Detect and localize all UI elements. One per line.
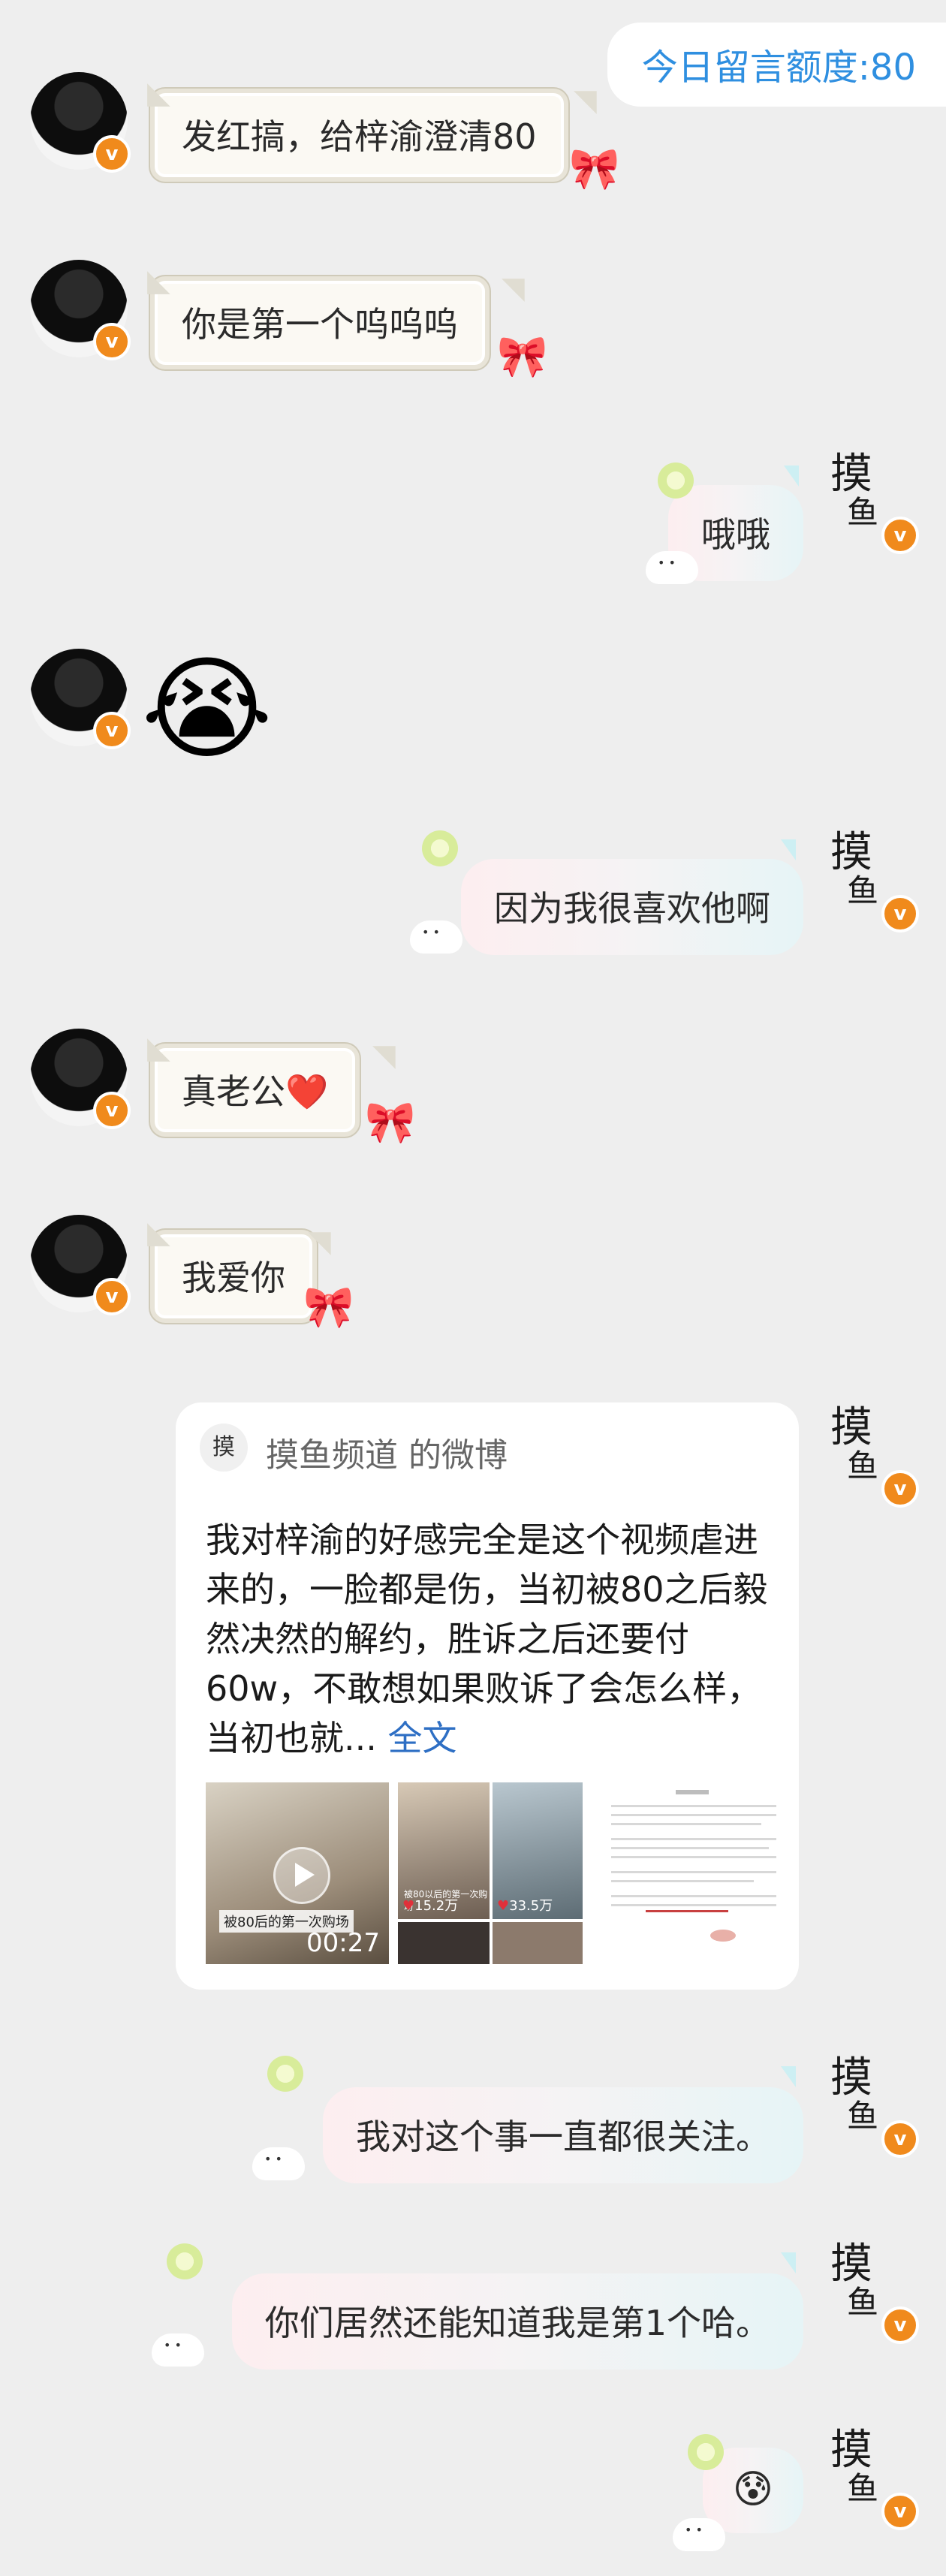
verified-badge-icon: v xyxy=(881,517,919,554)
corner-decoration: ◥ xyxy=(574,83,597,118)
avatar-logo-text: 摸 xyxy=(830,2426,872,2475)
corner-decoration: ◥ xyxy=(502,271,525,306)
lime-decoration-icon xyxy=(422,830,458,866)
white-ghost-decoration-icon xyxy=(673,2518,725,2551)
white-ghost-decoration-icon xyxy=(252,2147,305,2180)
sender-avatar[interactable]: v xyxy=(30,72,131,173)
message-bubble: 发红搞，给梓渝澄清80 xyxy=(150,89,568,182)
image-thumbnail[interactable]: 被80以后的第一次购场 ♥15.2万 xyxy=(398,1782,490,1919)
avatar-logo-text: 鱼 xyxy=(847,1448,879,1484)
white-ghost-decoration-icon xyxy=(152,2333,204,2367)
own-avatar[interactable]: 摸 鱼 v xyxy=(818,1403,919,1508)
ribbon-bow-icon: 🎀 xyxy=(365,1098,416,1146)
message-text: 因为我很喜欢他啊 xyxy=(494,888,770,929)
corner-decoration: ◥ xyxy=(372,1038,396,1073)
avatar-logo-text: 摸 xyxy=(830,1403,872,1452)
avatar-logo-text: 鱼 xyxy=(847,872,879,909)
image-thumbnail[interactable] xyxy=(398,1922,490,1964)
corner-decoration xyxy=(784,465,799,487)
message-bubble: 真老公❤️ xyxy=(150,1044,360,1137)
message-text: 你是第一个呜呜呜 xyxy=(182,304,458,345)
avatar-logo-text: 摸 xyxy=(830,450,872,499)
weibo-post-text: 我对梓渝的好感完全是这个视频虐进来的，一脸都是伤，当初被80之后毅然决然的解约，… xyxy=(206,1520,768,1758)
heart-emoji: ❤️ xyxy=(285,1071,329,1112)
verified-badge-icon: v xyxy=(93,1092,131,1129)
message-quota-badge: 今日留言额度:80 xyxy=(607,23,946,107)
ribbon-bow-icon: 🎀 xyxy=(303,1283,354,1330)
verified-badge-icon: v xyxy=(881,2306,919,2344)
crying-face-emoji: 😭 xyxy=(141,644,273,775)
ribbon-bow-icon: 🎀 xyxy=(497,333,548,380)
message-text: 发红搞，给梓渝澄清80 xyxy=(182,116,537,157)
avatar-logo-text: 鱼 xyxy=(847,2098,879,2135)
message-bubble: 我对这个事一直都很关注。 xyxy=(323,2087,803,2183)
own-avatar[interactable]: 摸 鱼 v xyxy=(818,2426,919,2530)
lime-decoration-icon xyxy=(688,2434,724,2470)
lime-decoration-icon xyxy=(167,2243,203,2279)
white-ghost-decoration-icon xyxy=(646,551,698,584)
verified-badge-icon: v xyxy=(93,1278,131,1315)
corner-decoration xyxy=(781,2252,796,2273)
sender-avatar[interactable]: v xyxy=(30,260,131,360)
verified-badge-icon: v xyxy=(93,135,131,173)
anxious-face-emoji: 😰 xyxy=(732,2467,773,2512)
message-text: 你们居然还能知道我是第1个哈。 xyxy=(264,2303,770,2343)
weibo-card-header[interactable]: 摸鱼频道 的微博 xyxy=(266,1428,508,1476)
sender-avatar[interactable]: v xyxy=(30,649,131,749)
own-avatar[interactable]: 摸 鱼 v xyxy=(818,828,919,932)
avatar-logo-text: 摸 xyxy=(830,2240,872,2288)
own-avatar[interactable]: 摸 鱼 v xyxy=(818,450,919,554)
video-duration: 00:27 xyxy=(306,1928,380,1958)
weibo-share-card[interactable]: 摸 摸鱼频道 的微博 我对梓渝的好感完全是这个视频虐进来的，一脸都是伤，当初被8… xyxy=(176,1402,799,1990)
verified-badge-icon: v xyxy=(881,2120,919,2158)
video-thumbnail[interactable]: 被80后的第一次购场 00:27 xyxy=(206,1782,389,1964)
avatar-logo-text: 鱼 xyxy=(847,494,879,531)
corner-decoration: ◣ xyxy=(147,1031,170,1065)
read-more-link[interactable]: 全文 xyxy=(388,1718,457,1758)
white-ghost-decoration-icon xyxy=(410,920,462,954)
avatar-logo-text: 鱼 xyxy=(847,2470,879,2507)
message-text: 真老公 xyxy=(182,1071,285,1112)
image-thumbnail[interactable] xyxy=(493,1922,583,1964)
corner-decoration xyxy=(781,2066,796,2087)
message-text: 哦哦 xyxy=(701,514,770,555)
message-bubble: 因为我很喜欢他啊 xyxy=(461,859,803,955)
corner-decoration xyxy=(781,839,796,860)
verified-badge-icon: v xyxy=(881,1470,919,1508)
corner-decoration: ◣ xyxy=(147,1216,170,1250)
verified-badge-icon: v xyxy=(881,895,919,932)
sender-avatar[interactable]: v xyxy=(30,1029,131,1129)
message-bubble: 你是第一个呜呜呜 xyxy=(150,276,490,369)
lime-decoration-icon xyxy=(658,462,694,499)
sender-avatar[interactable]: v xyxy=(30,1215,131,1315)
avatar-logo-text: 鱼 xyxy=(847,2284,879,2321)
avatar-logo-text: 摸 xyxy=(830,2053,872,2102)
image-thumbnail[interactable]: ♥33.5万 xyxy=(493,1782,583,1919)
own-avatar[interactable]: 摸 鱼 v xyxy=(818,2240,919,2344)
avatar-logo-text: 摸 xyxy=(830,828,872,877)
corner-decoration: ◥ xyxy=(308,1225,331,1259)
message-text: 我爱你 xyxy=(182,1258,285,1298)
message-bubble: 我爱你 xyxy=(150,1230,317,1323)
corner-decoration: ◣ xyxy=(147,76,170,110)
verified-badge-icon: v xyxy=(93,323,131,360)
weibo-media-grid: 被80后的第一次购场 00:27 被80以后的第一次购场 ♥15.2万 ♥33.… xyxy=(206,1782,791,1964)
message-bubble: 你们居然还能知道我是第1个哈。 xyxy=(231,2273,803,2370)
like-count: ♥33.5万 xyxy=(497,1898,553,1914)
corner-decoration: ◣ xyxy=(147,264,170,298)
verified-badge-icon: v xyxy=(881,2493,919,2530)
weibo-card-text: 我对梓渝的好感完全是这个视频虐进来的，一脸都是伤，当初被80之后毅然决然的解约，… xyxy=(206,1515,769,1763)
message-text: 我对这个事一直都很关注。 xyxy=(356,2117,770,2157)
ribbon-bow-icon: 🎀 xyxy=(569,145,620,192)
weibo-account-logo: 摸 xyxy=(200,1424,248,1472)
like-count: ♥15.2万 xyxy=(402,1898,459,1914)
own-avatar[interactable]: 摸 鱼 v xyxy=(818,2053,919,2158)
lime-decoration-icon xyxy=(267,2056,303,2092)
document-image-thumbnail[interactable] xyxy=(593,1782,791,1964)
verified-badge-icon: v xyxy=(93,712,131,749)
play-icon[interactable] xyxy=(273,1847,330,1904)
